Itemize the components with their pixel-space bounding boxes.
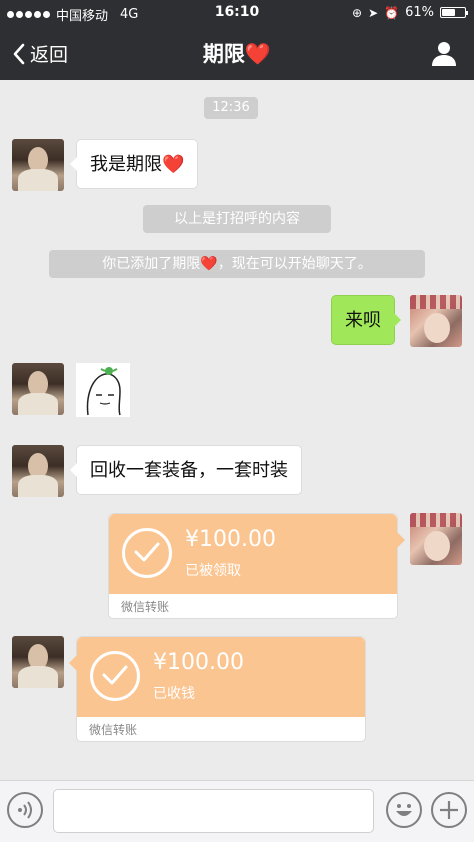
top-bar: 中国移动 4G 16:10 ⊕ ➤ ⏰ 61% 返回 期限❤️ bbox=[0, 0, 474, 80]
heart-emoji: ❤️ bbox=[162, 154, 185, 175]
system-message: 以上是打招呼的内容 bbox=[143, 205, 331, 233]
heart-emoji: ❤️ bbox=[200, 256, 218, 272]
message-bubble[interactable]: 我是期限❤️ bbox=[69, 139, 199, 189]
input-bar bbox=[0, 780, 474, 842]
battery-percent: 61% bbox=[405, 5, 434, 20]
contact-avatar[interactable] bbox=[12, 139, 64, 191]
plus-icon bbox=[440, 801, 458, 819]
status-right: ⊕ ➤ ⏰ 61% bbox=[352, 5, 468, 20]
check-icon bbox=[134, 542, 160, 562]
transfer-amount: ¥100.00 bbox=[185, 527, 276, 552]
transfer-card[interactable]: ¥100.00 已被领取 微信转账 bbox=[108, 513, 405, 619]
my-avatar[interactable] bbox=[410, 513, 462, 565]
person-icon[interactable] bbox=[430, 39, 458, 67]
heart-emoji: ❤️ bbox=[244, 42, 272, 66]
status-bar: 中国移动 4G 16:10 ⊕ ➤ ⏰ 61% bbox=[0, 0, 474, 26]
orientation-lock-icon: ⊕ bbox=[352, 5, 363, 20]
transfer-status: 已收钱 bbox=[153, 686, 195, 702]
location-icon: ➤ bbox=[368, 5, 379, 20]
chat-title: 期限❤️ bbox=[0, 38, 474, 68]
message-input[interactable] bbox=[53, 789, 374, 833]
my-message-bubble[interactable]: 来呗 bbox=[331, 295, 401, 345]
check-circle-icon bbox=[90, 651, 140, 701]
emoji-icon bbox=[396, 804, 412, 816]
contact-avatar[interactable] bbox=[12, 363, 64, 415]
timestamp: 12:36 bbox=[204, 97, 258, 119]
contact-avatar[interactable] bbox=[12, 636, 64, 688]
transfer-amount: ¥100.00 bbox=[153, 650, 244, 675]
transfer-card-top: ¥100.00 已收钱 bbox=[69, 637, 365, 717]
sticker-drawing bbox=[86, 367, 121, 416]
battery-level bbox=[442, 9, 456, 16]
system-text: ，现在可以开始聊天了。 bbox=[217, 256, 372, 272]
emoji-button[interactable] bbox=[386, 792, 422, 828]
battery-icon bbox=[440, 7, 468, 18]
system-text: 你已添加了期限 bbox=[102, 256, 201, 272]
message-bubble[interactable]: 回收一套装备，一套时装 bbox=[70, 445, 302, 495]
check-icon bbox=[102, 665, 128, 685]
more-button[interactable] bbox=[431, 792, 467, 828]
contact-avatar[interactable] bbox=[12, 445, 64, 497]
message-text: 回收一套装备，一套时装 bbox=[90, 460, 288, 481]
my-avatar[interactable] bbox=[410, 295, 462, 347]
message-text: 来呗 bbox=[345, 310, 381, 331]
sticker-image[interactable] bbox=[76, 363, 130, 417]
nav-bar: 返回 期限❤️ bbox=[0, 26, 474, 80]
system-message: 你已添加了期限❤️，现在可以开始聊天了。 bbox=[49, 250, 425, 278]
transfer-label: 微信转账 bbox=[121, 600, 170, 614]
transfer-card[interactable]: ¥100.00 已收钱 微信转账 bbox=[69, 636, 366, 742]
transfer-label: 微信转账 bbox=[89, 723, 138, 737]
chat-title-text: 期限 bbox=[202, 42, 245, 66]
check-circle-icon bbox=[122, 528, 172, 578]
alarm-icon: ⏰ bbox=[384, 5, 400, 20]
message-text: 我是期限 bbox=[90, 154, 162, 175]
voice-icon bbox=[18, 801, 32, 819]
voice-button[interactable] bbox=[7, 792, 43, 828]
transfer-card-top: ¥100.00 已被领取 bbox=[109, 514, 405, 594]
